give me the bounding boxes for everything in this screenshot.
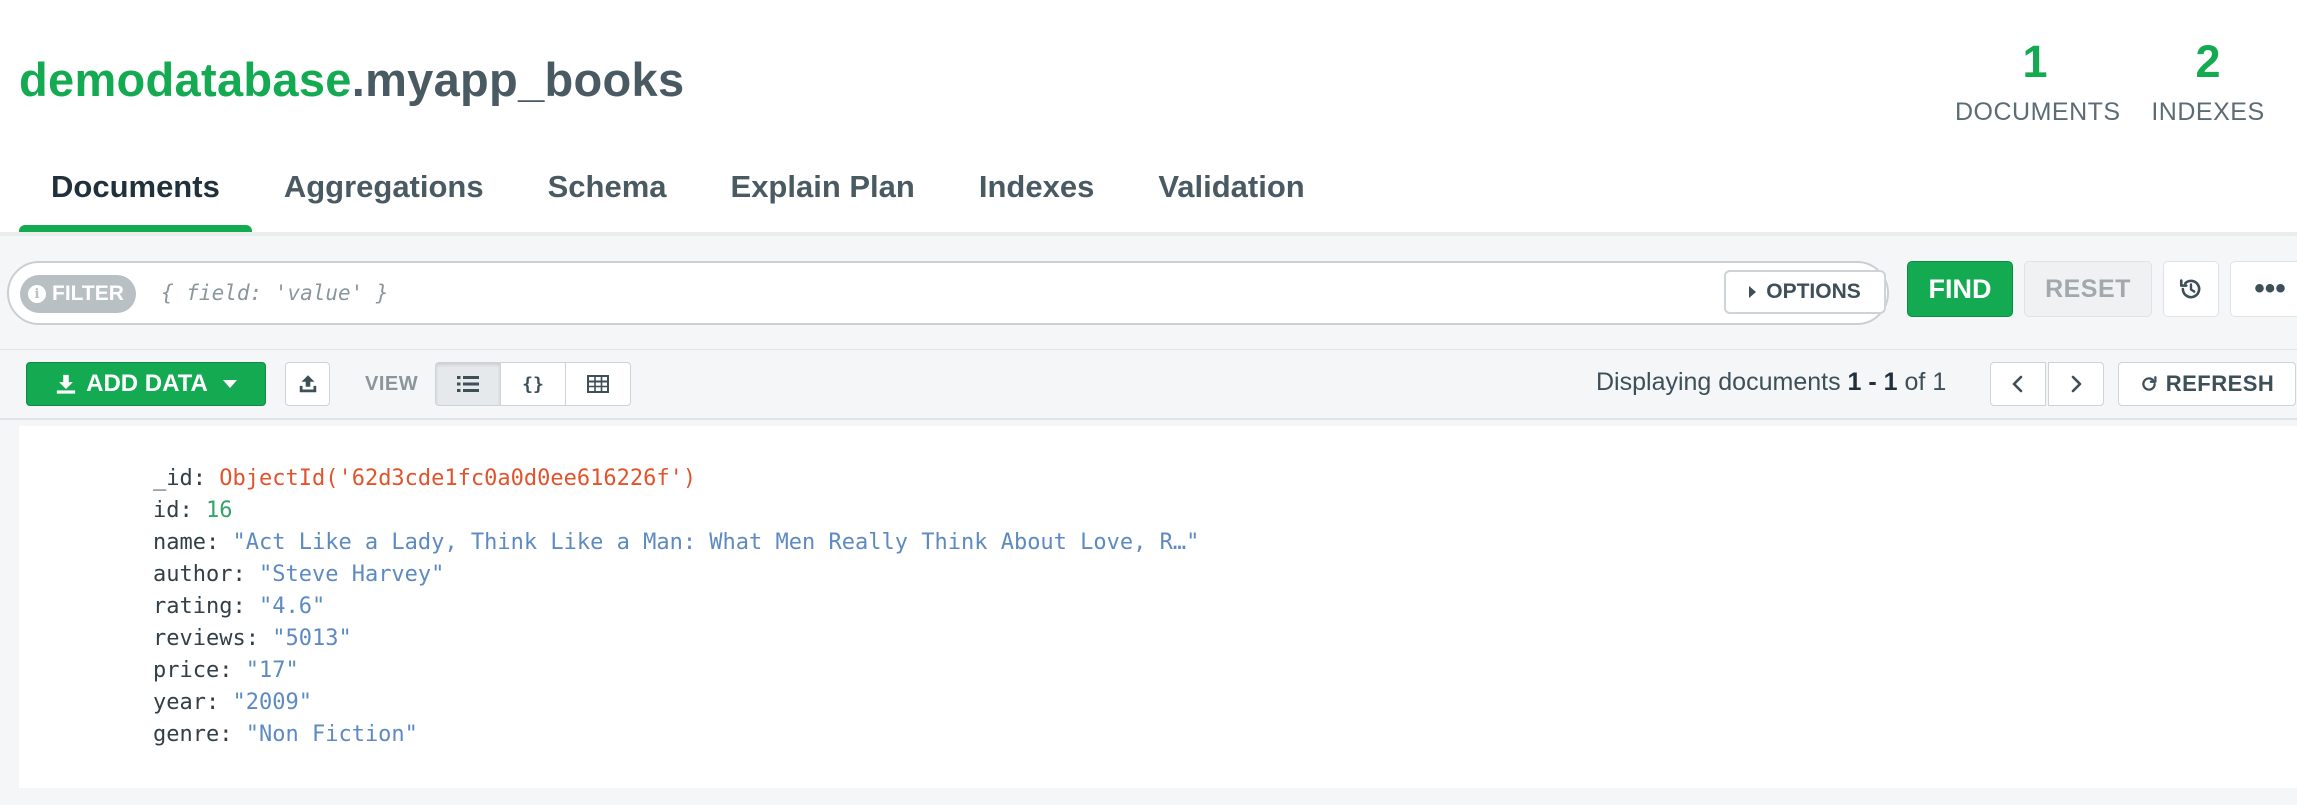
field-key: id bbox=[153, 498, 180, 523]
document-field: id: 16 bbox=[153, 498, 233, 523]
json-view-button[interactable]: {} bbox=[500, 362, 566, 406]
document-field: rating: "4.6" bbox=[153, 594, 326, 619]
document-fields: _id: ObjectId('62d3cde1fc0a0d0ee616226f'… bbox=[153, 463, 1199, 751]
view-mode-group: {} bbox=[435, 362, 631, 406]
caret-right-icon bbox=[1749, 286, 1757, 298]
filter-box: i FILTER OPTIONS bbox=[7, 261, 1889, 325]
field-value: ObjectId('62d3cde1fc0a0d0ee616226f') bbox=[219, 466, 697, 491]
export-icon bbox=[299, 375, 316, 393]
filter-label: i FILTER bbox=[20, 275, 136, 313]
collection-name: myapp_books bbox=[365, 53, 685, 106]
field-key: year bbox=[153, 690, 206, 715]
page-title: demodatabase.myapp_books bbox=[19, 52, 684, 107]
field-key: rating bbox=[153, 594, 233, 619]
field-key: price bbox=[153, 658, 220, 683]
field-key: _id bbox=[153, 466, 193, 491]
documents-count: 1 bbox=[2022, 36, 2048, 87]
field-key: reviews bbox=[153, 626, 246, 651]
reset-button[interactable]: RESET bbox=[2024, 261, 2152, 317]
history-icon bbox=[2179, 279, 2201, 299]
field-value: 16 bbox=[206, 498, 233, 523]
options-label: OPTIONS bbox=[1766, 280, 1861, 303]
view-label: VIEW bbox=[365, 373, 419, 395]
table-view-button[interactable] bbox=[565, 362, 631, 406]
tab-schema[interactable]: Schema bbox=[516, 150, 699, 232]
field-key: author bbox=[153, 562, 233, 587]
pager-prefix: Displaying documents bbox=[1596, 368, 1841, 396]
pager-of: of bbox=[1904, 368, 1926, 396]
export-collection-button[interactable] bbox=[285, 362, 330, 406]
documents-stat-label: DOCUMENTS bbox=[1955, 98, 2121, 126]
indexes-count: 2 bbox=[2195, 36, 2221, 87]
document-field: price: "17" bbox=[153, 658, 299, 683]
options-button[interactable]: OPTIONS bbox=[1724, 270, 1886, 314]
document-field: reviews: "5013" bbox=[153, 626, 352, 651]
collection-tabs: Documents Aggregations Schema Explain Pl… bbox=[19, 150, 1337, 232]
indexes-stat: 2 INDEXES bbox=[2148, 36, 2268, 127]
field-key: genre bbox=[153, 722, 220, 747]
chevron-right-icon bbox=[2071, 375, 2082, 393]
documents-stat: 1 DOCUMENTS bbox=[1955, 36, 2121, 127]
tab-explain-plan[interactable]: Explain Plan bbox=[699, 150, 947, 232]
filter-input[interactable] bbox=[159, 269, 1709, 317]
previous-page-button[interactable] bbox=[1990, 362, 2046, 406]
list-view-button[interactable] bbox=[435, 362, 501, 406]
document-field: author: "Steve Harvey" bbox=[153, 562, 445, 587]
field-key: name bbox=[153, 530, 206, 555]
add-data-button[interactable]: ADD DATA bbox=[26, 362, 266, 406]
document-field: _id: ObjectId('62d3cde1fc0a0d0ee616226f'… bbox=[153, 466, 697, 491]
document-card[interactable]: _id: ObjectId('62d3cde1fc0a0d0ee616226f'… bbox=[19, 426, 2297, 788]
json-view-icon: {} bbox=[522, 373, 544, 395]
document-field: name: "Act Like a Lady, Think Like a Man… bbox=[153, 530, 1200, 555]
tab-indexes[interactable]: Indexes bbox=[947, 150, 1126, 232]
table-view-icon bbox=[587, 375, 609, 393]
field-value: "2009" bbox=[232, 690, 312, 715]
query-history-button[interactable] bbox=[2163, 261, 2219, 317]
refresh-icon bbox=[2141, 376, 2157, 391]
filter-label-text: FILTER bbox=[52, 282, 124, 305]
field-value: "Non Fiction" bbox=[245, 722, 418, 747]
download-icon bbox=[56, 374, 76, 394]
indexes-stat-label: INDEXES bbox=[2151, 98, 2265, 126]
tab-documents[interactable]: Documents bbox=[19, 150, 252, 232]
next-page-button[interactable] bbox=[2048, 362, 2104, 406]
field-value: "5013" bbox=[272, 626, 352, 651]
info-icon[interactable]: i bbox=[28, 285, 46, 303]
document-field: year: "2009" bbox=[153, 690, 312, 715]
query-bar: i FILTER OPTIONS FIND RESET ••• bbox=[0, 236, 2297, 350]
pager-total: 1 bbox=[1932, 368, 1947, 396]
database-name: demodatabase bbox=[19, 53, 352, 106]
more-options-button[interactable]: ••• bbox=[2230, 261, 2297, 317]
tab-aggregations[interactable]: Aggregations bbox=[252, 150, 516, 232]
field-value: "Act Like a Lady, Think Like a Man: What… bbox=[232, 530, 1200, 555]
refresh-button[interactable]: REFRESH bbox=[2118, 362, 2296, 406]
tab-validation[interactable]: Validation bbox=[1126, 150, 1336, 232]
field-value: "17" bbox=[245, 658, 299, 683]
pagination-summary: Displaying documents 1 - 1 of 1 bbox=[1596, 368, 1946, 397]
find-button[interactable]: FIND bbox=[1907, 261, 2013, 317]
pager-range: 1 - 1 bbox=[1847, 368, 1898, 396]
document-field: genre: "Non Fiction" bbox=[153, 722, 418, 747]
add-data-label: ADD DATA bbox=[86, 370, 208, 397]
documents-toolbar: ADD DATA VIEW {} Displaying documents 1 … bbox=[0, 350, 2297, 420]
documents-list: _id: ObjectId('62d3cde1fc0a0d0ee616226f'… bbox=[0, 420, 2297, 805]
refresh-label: REFRESH bbox=[2165, 371, 2275, 396]
field-value: "4.6" bbox=[258, 594, 326, 619]
caret-down-icon bbox=[222, 380, 237, 388]
field-value: "Steve Harvey" bbox=[258, 562, 445, 587]
title-separator: . bbox=[351, 53, 366, 106]
chevron-left-icon bbox=[2012, 375, 2023, 393]
list-view-icon bbox=[457, 376, 479, 392]
more-icon: ••• bbox=[2254, 272, 2286, 305]
